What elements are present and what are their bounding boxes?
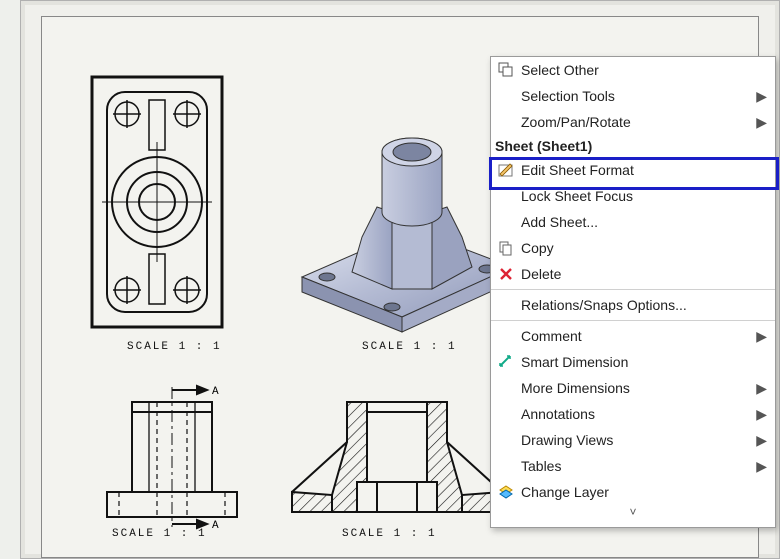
menu-separator [491, 320, 775, 321]
menu-item-selection-tools[interactable]: Selection Tools ▶ [491, 83, 775, 109]
menu-item-zoom-pan-rotate[interactable]: Zoom/Pan/Rotate ▶ [491, 109, 775, 135]
menu-item-edit-sheet-format[interactable]: Edit Sheet Format [491, 157, 775, 183]
scale-label-view3: SCALE 1 : 1 [112, 529, 207, 540]
menu-item-select-other[interactable]: Select Other [491, 57, 775, 83]
menu-label: Select Other [521, 62, 767, 78]
view-front-2d: A A [97, 382, 247, 532]
menu-label: Drawing Views [521, 432, 756, 448]
view-top-2d [87, 72, 227, 332]
view-section-aa [287, 387, 507, 527]
menu-label: Edit Sheet Format [521, 162, 767, 178]
menu-item-annotations[interactable]: Annotations ▶ [491, 401, 775, 427]
menu-item-smart-dimension[interactable]: Smart Dimension [491, 349, 775, 375]
menu-label: Lock Sheet Focus [521, 188, 767, 204]
menu-label: Smart Dimension [521, 354, 767, 370]
menu-label: Delete [521, 266, 767, 282]
menu-item-delete[interactable]: Delete [491, 261, 775, 287]
delete-icon [497, 265, 515, 283]
submenu-arrow-icon: ▶ [756, 88, 767, 105]
menu-item-lock-sheet-focus[interactable]: Lock Sheet Focus [491, 183, 775, 209]
menu-item-copy[interactable]: Copy [491, 235, 775, 261]
menu-item-more-dimensions[interactable]: More Dimensions ▶ [491, 375, 775, 401]
submenu-arrow-icon: ▶ [756, 458, 767, 475]
menu-label: Comment [521, 328, 756, 344]
menu-item-relations-snaps[interactable]: Relations/Snaps Options... [491, 292, 775, 318]
smart-dimension-icon [497, 353, 515, 371]
menu-label: Change Layer [521, 484, 767, 500]
scale-label-view2: SCALE 1 : 1 [362, 342, 457, 353]
menu-label: More Dimensions [521, 380, 756, 396]
submenu-arrow-icon: ▶ [756, 114, 767, 131]
menu-item-change-layer[interactable]: Change Layer [491, 479, 775, 505]
context-menu: Select Other Selection Tools ▶ Zoom/Pan/… [490, 56, 776, 528]
menu-item-tables[interactable]: Tables ▶ [491, 453, 775, 479]
view-isometric-3d [282, 117, 522, 337]
change-layer-icon [497, 483, 515, 501]
menu-item-comment[interactable]: Comment ▶ [491, 323, 775, 349]
copy-icon [497, 239, 515, 257]
submenu-arrow-icon: ▶ [756, 406, 767, 423]
submenu-arrow-icon: ▶ [756, 328, 767, 345]
menu-label: Zoom/Pan/Rotate [521, 114, 756, 130]
section-marker-top: A [212, 386, 219, 398]
select-other-icon [497, 61, 515, 79]
section-marker-bottom: A [212, 520, 219, 532]
scale-label-view4: SCALE 1 : 1 [342, 529, 437, 540]
menu-label: Annotations [521, 406, 756, 422]
menu-label: Add Sheet... [521, 214, 767, 230]
menu-item-add-sheet[interactable]: Add Sheet... [491, 209, 775, 235]
edit-sheet-format-icon [497, 161, 515, 179]
menu-item-drawing-views[interactable]: Drawing Views ▶ [491, 427, 775, 453]
submenu-arrow-icon: ▶ [756, 380, 767, 397]
menu-label: Relations/Snaps Options... [521, 297, 767, 313]
menu-label: Selection Tools [521, 88, 756, 104]
menu-label: Copy [521, 240, 767, 256]
menu-label: Tables [521, 458, 756, 474]
menu-section-header-sheet: Sheet (Sheet1) [491, 135, 775, 157]
scale-label-view1: SCALE 1 : 1 [127, 342, 222, 353]
menu-separator [491, 289, 775, 290]
menu-expand-chevron-icon[interactable]: ˅ [491, 505, 775, 521]
submenu-arrow-icon: ▶ [756, 432, 767, 449]
